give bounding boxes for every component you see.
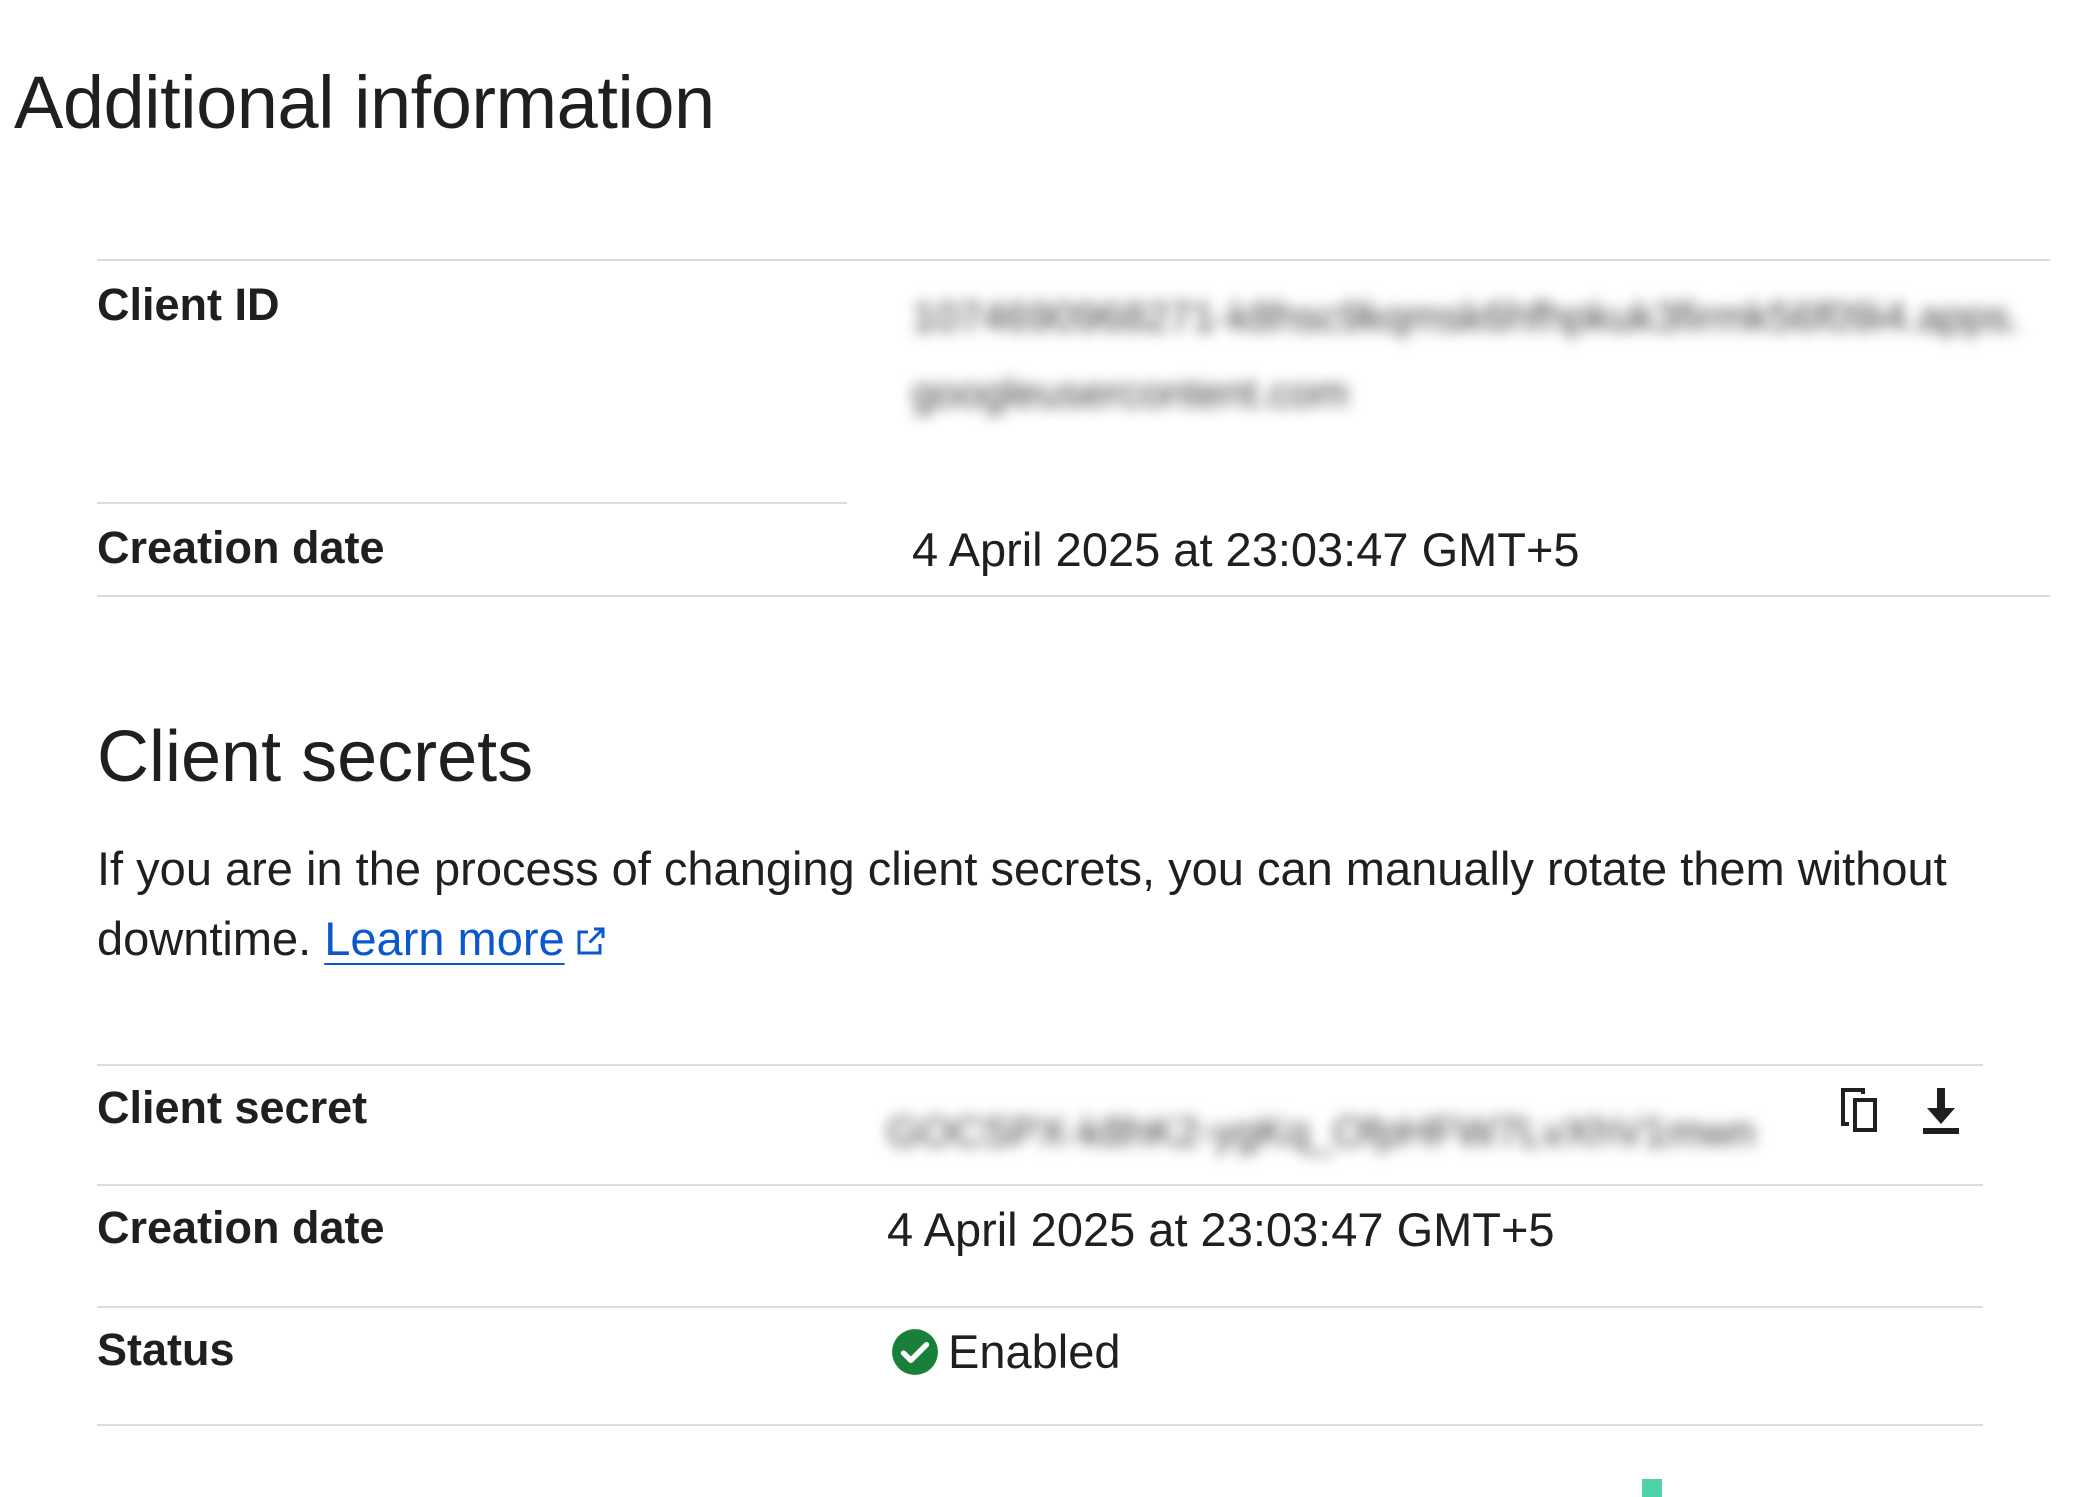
download-icon bbox=[1917, 1084, 1965, 1141]
learn-more-label: Learn more bbox=[324, 912, 565, 965]
status-row: Status Enabled bbox=[97, 1308, 1983, 1426]
client-id-row: Client ID 1074690968271-k8hsc9kqmsk6hfhp… bbox=[97, 259, 2050, 502]
client-secrets-description: If you are in the process of changing cl… bbox=[97, 834, 2017, 978]
client-creation-date-value: 4 April 2025 at 23:03:47 GMT+5 bbox=[912, 523, 1580, 576]
check-circle-icon bbox=[890, 1327, 940, 1377]
client-creation-date-row: Creation date 4 April 2025 at 23:03:47 G… bbox=[97, 502, 2050, 598]
accent-marker bbox=[1642, 1479, 1662, 1497]
status-text: Enabled bbox=[948, 1325, 1121, 1378]
client-secret-row: Client secret GOCSPX-k8hK2-ygKq_OfpHFW7L… bbox=[97, 1066, 1983, 1184]
open-in-new-icon bbox=[573, 908, 609, 978]
copy-button[interactable] bbox=[1831, 1082, 1891, 1142]
learn-more-link[interactable]: Learn more bbox=[324, 912, 564, 965]
secret-creation-date-value: 4 April 2025 at 23:03:47 GMT+5 bbox=[887, 1203, 1555, 1256]
client-creation-date-label: Creation date bbox=[97, 522, 385, 573]
secret-creation-date-row: Creation date 4 April 2025 at 23:03:47 G… bbox=[97, 1186, 1983, 1306]
page-title: Additional information bbox=[14, 61, 715, 144]
client-id-value: 1074690968271-k8hsc9kqmsk6hfhpkuk3firmk5… bbox=[912, 293, 2022, 416]
client-secret-label: Client secret bbox=[97, 1082, 368, 1133]
row-divider bbox=[97, 502, 847, 504]
client-secrets-title: Client secrets bbox=[97, 717, 534, 797]
status-label: Status bbox=[97, 1324, 235, 1375]
table-bottom-divider bbox=[97, 595, 2050, 597]
copy-icon bbox=[1837, 1084, 1885, 1141]
secret-creation-date-label: Creation date bbox=[97, 1202, 385, 1253]
client-id-label: Client ID bbox=[97, 279, 280, 330]
status-value: Enabled bbox=[890, 1324, 1121, 1380]
client-secret-value: GOCSPX-k8hK2-ygKq_OfpHFW7LvXhV1mwn bbox=[887, 1108, 1756, 1155]
secrets-table-bottom-divider bbox=[97, 1424, 1983, 1426]
download-button[interactable] bbox=[1911, 1082, 1971, 1142]
